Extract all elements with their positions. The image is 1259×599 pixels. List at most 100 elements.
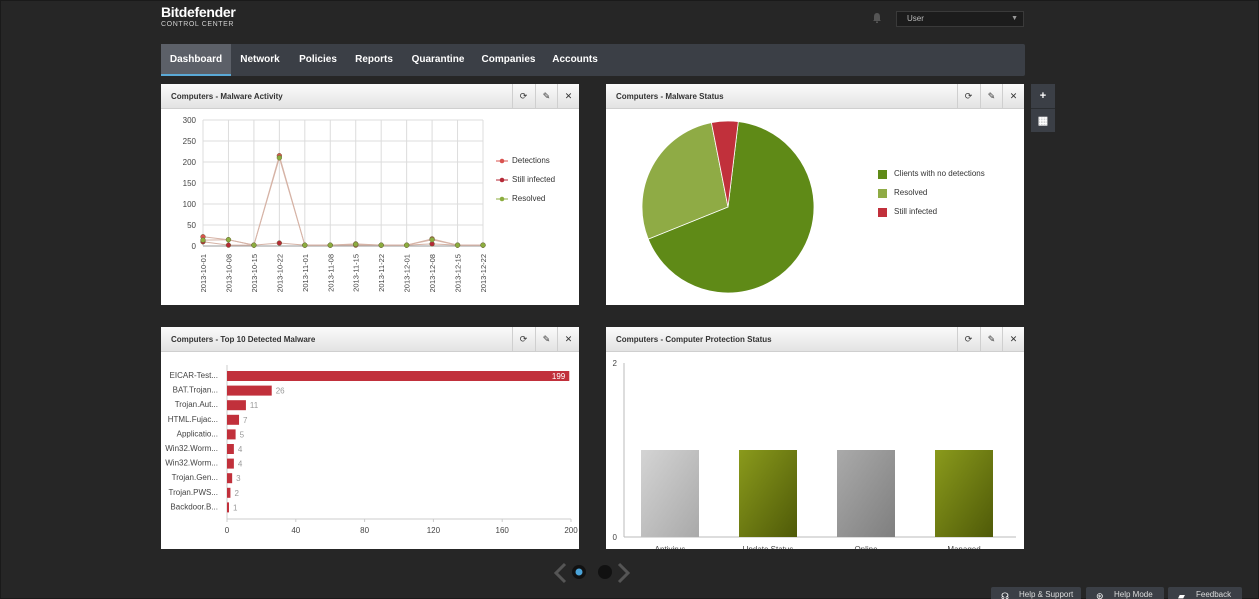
widget-body: Clients with no detections Resolved Stil… (606, 110, 1024, 305)
bar (227, 371, 570, 381)
refresh-button[interactable]: ⟳ (512, 84, 534, 109)
nav-dashboard[interactable]: Dashboard (161, 44, 231, 76)
add-widget-button[interactable]: + (1031, 84, 1055, 108)
close-button[interactable]: ✕ (557, 84, 579, 109)
edit-button[interactable]: ✎ (980, 84, 1002, 109)
series-line-resolved (202, 156, 483, 246)
data-point-resolved (302, 242, 308, 248)
bar-update-status (739, 450, 797, 537)
category-label: Backdoor.B... (170, 502, 218, 511)
page-dot[interactable] (598, 565, 612, 579)
bar (227, 429, 236, 440)
refresh-button[interactable]: ⟳ (957, 327, 979, 352)
data-point-resolved (378, 242, 384, 248)
bar (227, 473, 233, 484)
data-point-resolved (225, 237, 232, 243)
widget-header: Computers - Computer Protection Status ⟳… (606, 327, 1024, 352)
series-line-detections (202, 153, 483, 246)
data-label: 4 (238, 445, 243, 454)
legend-swatch (878, 170, 887, 179)
y-tick-label: 250 (183, 137, 197, 146)
bar (227, 400, 246, 411)
category-label: EICAR-Test... (170, 371, 218, 380)
category-label: Update Status (743, 545, 794, 549)
feedback-button[interactable]: ▰ Feedback (1168, 587, 1242, 599)
bar (227, 385, 272, 396)
x-tick-label: 2013-11-08 (326, 254, 335, 292)
user-menu-select[interactable]: User ▼ (896, 11, 1024, 27)
y-tick-label: 150 (183, 179, 197, 188)
legend-item-resolved[interactable]: Resolved (878, 188, 985, 207)
y-tick-label: 2 (613, 359, 618, 368)
data-label: 7 (243, 416, 248, 425)
data-label: 5 (240, 430, 245, 439)
y-tick-label: 200 (183, 158, 197, 167)
legend-label: Resolved (512, 194, 546, 203)
chart-legend: Detections Still infected Resolved (496, 156, 555, 213)
category-label: Win32.Worm... (165, 444, 218, 453)
bitdefender-logo[interactable]: Bitdefender CONTROL CENTER (161, 5, 236, 28)
data-point-resolved (327, 242, 333, 248)
widget-body: 0 2 Antivirus Update Status Online Managed (606, 353, 1024, 554)
x-tick-label: 2013-10-15 (250, 254, 259, 292)
help-mode-label: Help Mode (1114, 590, 1153, 599)
brand-subtitle: CONTROL CENTER (161, 21, 235, 28)
nav-quarantine[interactable]: Quarantine (401, 44, 475, 76)
help-support-label: Help & Support (1019, 590, 1074, 599)
data-label: 1 (233, 503, 238, 512)
legend-item-still-infected[interactable]: Still infected (878, 207, 985, 226)
x-tick-label: 2013-12-08 (428, 254, 437, 292)
chevron-left-icon[interactable] (553, 562, 567, 584)
bar-managed (935, 450, 993, 537)
nav-reports[interactable]: Reports (347, 44, 401, 76)
help-support-button[interactable]: ☊ Help & Support (991, 587, 1081, 599)
widget-header: Computers - Malware Activity ⟳ ✎ ✕ (161, 84, 579, 109)
close-button[interactable]: ✕ (557, 327, 579, 352)
legend-item-detections[interactable]: Detections (496, 156, 555, 175)
edit-button[interactable]: ✎ (535, 84, 557, 109)
nav-companies[interactable]: Companies (475, 44, 542, 76)
refresh-button[interactable]: ⟳ (512, 327, 534, 352)
category-label: Online (854, 545, 878, 549)
top10-malware-bar-chart: 0 40 80 120 160 200 EICAR-Test... 199 BAT.Trojan… (165, 365, 578, 535)
close-button[interactable]: ✕ (1002, 327, 1024, 352)
legend-item-still-infected[interactable]: Still infected (496, 175, 555, 194)
category-label: HTML.Fujac... (168, 415, 218, 424)
chevron-right-icon[interactable] (617, 562, 631, 584)
y-tick-label: 100 (183, 200, 197, 209)
chart-legend: Clients with no detections Resolved Stil… (878, 169, 985, 226)
line-marker-icon (496, 158, 508, 164)
bar (227, 502, 229, 513)
layout-grid-button[interactable]: ▦ (1031, 108, 1055, 132)
category-label: Trojan.Aut... (175, 400, 218, 409)
x-tick-label: 2013-10-22 (275, 254, 284, 292)
nav-accounts[interactable]: Accounts (542, 44, 608, 76)
widget-title: Computers - Top 10 Detected Malware (171, 335, 316, 344)
widget-title: Computers - Computer Protection Status (616, 335, 772, 344)
feedback-label: Feedback (1196, 590, 1232, 599)
refresh-button[interactable]: ⟳ (957, 84, 979, 109)
nav-policies[interactable]: Policies (289, 44, 347, 76)
x-tick-label: 160 (496, 526, 510, 535)
headset-icon: ☊ (1001, 591, 1009, 599)
category-label: BAT.Trojan... (173, 386, 218, 395)
bar-online (837, 450, 895, 537)
help-mode-button[interactable]: ⊛ Help Mode (1086, 587, 1164, 599)
x-tick-label: 2013-12-15 (454, 254, 463, 292)
x-tick-label: 2013-10-08 (224, 254, 233, 292)
legend-label: Detections (512, 156, 550, 165)
data-label: 199 (552, 372, 566, 381)
nav-network[interactable]: Network (231, 44, 289, 76)
edit-button[interactable]: ✎ (980, 327, 1002, 352)
notifications-bell-icon[interactable] (871, 12, 883, 24)
bar-antivirus (641, 450, 699, 537)
legend-item-resolved[interactable]: Resolved (496, 194, 555, 213)
category-label: Trojan.PWS... (169, 488, 219, 497)
brand-name: Bitdefender (161, 4, 236, 20)
edit-button[interactable]: ✎ (535, 327, 557, 352)
category-label: Trojan.Gen... (172, 473, 218, 482)
legend-item-clean[interactable]: Clients with no detections (878, 169, 985, 188)
close-button[interactable]: ✕ (1002, 84, 1024, 109)
x-tick-label: 0 (225, 526, 230, 535)
legend-swatch (878, 208, 887, 217)
